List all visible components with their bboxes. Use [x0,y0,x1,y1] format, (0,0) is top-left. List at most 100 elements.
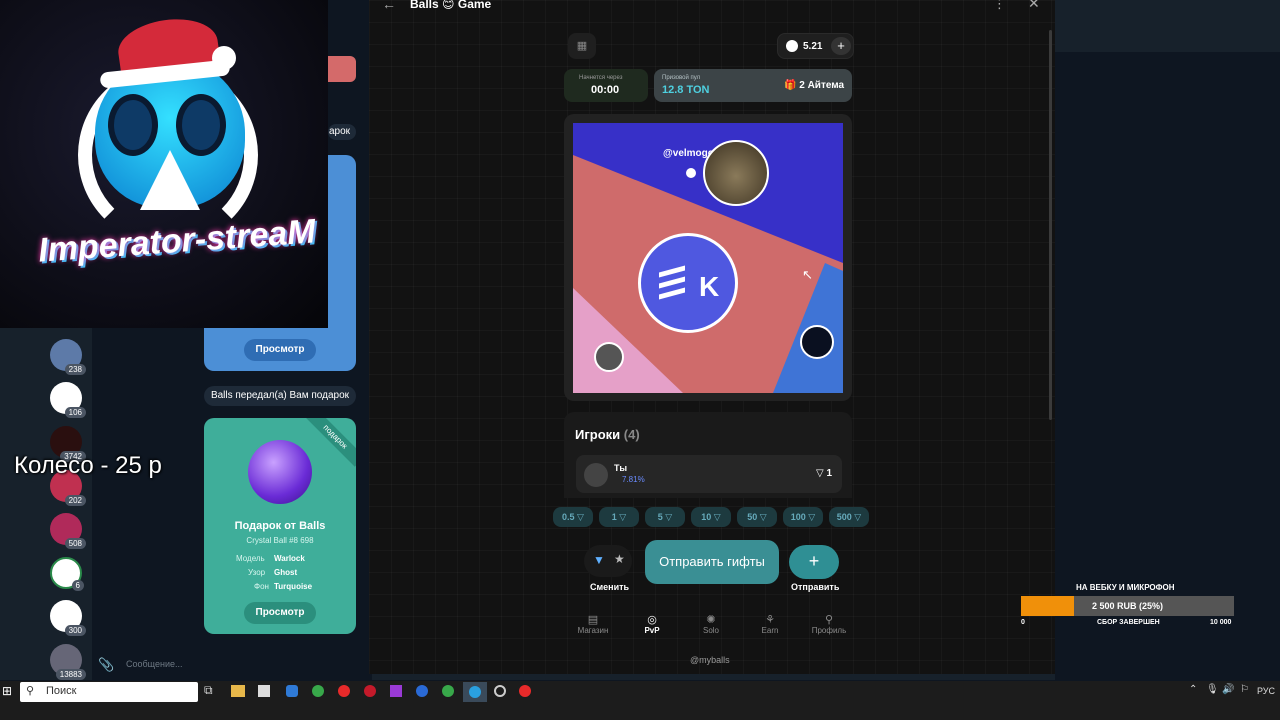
player-avatar [800,325,834,359]
yandex-icon[interactable] [519,685,531,697]
star-icon: ★ [614,552,625,566]
logo-stripes-icon [659,265,685,300]
gift-subtitle: Crystal Ball #8 698 [246,536,314,545]
store-icon[interactable] [258,685,270,697]
scrollbar[interactable] [1049,30,1052,420]
tab-profile[interactable]: ⚲ Профиль [804,613,854,635]
tab-solo[interactable]: ✺ Solo [686,613,736,635]
items-count: 🎁 2 Айтема [784,80,845,91]
chat-avatar[interactable]: 106 [50,382,86,418]
chrome-icon[interactable] [312,685,324,697]
send-label: Отправить [791,582,840,592]
tray-chevron-icon[interactable]: ⌃ [1189,684,1197,695]
back-arrow-icon[interactable]: ← [382,0,396,12]
player-marker-icon [683,165,699,181]
search-placeholder: Поиск [46,685,77,697]
gift-card[interactable]: подарок Подарок от Balls Crystal Ball #8… [204,418,356,634]
telegram-icon[interactable] [463,682,487,702]
change-toggle[interactable]: ▼ ★ [584,545,632,577]
right-topbar [1055,0,1280,52]
explorer-icon[interactable] [231,685,245,697]
mouse-cursor-icon: ↖ [802,267,813,282]
balance-value: 5.21 [803,41,823,52]
logo-text: Imperator-streaM [36,212,317,270]
balance-pill[interactable]: 5.21 + [777,33,854,59]
language-indicator[interactable]: РУС [1257,686,1275,696]
center-logo: K [638,233,738,333]
search-icon: ⚲ [26,685,35,697]
amount-chip[interactable]: 5 ▽ [645,507,685,527]
add-balance-icon[interactable]: + [831,37,851,55]
start-time: 00:00 [591,84,620,96]
wheel-overlay-text: Колесо - 25 р [14,452,162,479]
chat-avatar[interactable]: 13883 [50,644,86,680]
amount-chip[interactable]: 10 ▽ [691,507,731,527]
close-icon[interactable]: ✕ [1028,0,1040,12]
tab-pvp[interactable]: ◎ PvP [627,613,677,635]
amount-chip[interactable]: 0.5 ▽ [553,507,593,527]
crystal-ball-icon [248,440,312,504]
player-name: Ты [614,463,628,473]
tab-earn[interactable]: ⚘ Earn [745,613,795,635]
stream-logo: Imperator-streaM [0,0,328,328]
send-plus-button[interactable]: + [789,545,839,579]
calendar-icon[interactable]: ▦ [568,33,596,59]
gift-ribbon: подарок [305,418,356,467]
chat-avatar[interactable]: 6 [50,557,84,591]
chat-avatar[interactable]: 300 [50,600,86,636]
logo-eye [176,94,226,156]
ton-icon [786,40,798,52]
pvp-icon: ◎ [647,614,657,626]
mail-icon[interactable] [286,685,298,697]
opera-icon[interactable] [364,685,376,697]
amount-chip[interactable]: 500 ▽ [829,507,869,527]
app-icon[interactable] [390,685,402,697]
network-icon[interactable]: ⚐ [1240,684,1249,695]
app-icon[interactable] [494,685,506,697]
logo-triangle [140,150,200,210]
amount-chip[interactable]: 100 ▽ [783,507,823,527]
profile-icon: ⚲ [824,614,834,626]
app-icon[interactable] [416,685,428,697]
model-value: Warlock [274,554,305,563]
tab-shop[interactable]: ▤ Магазин [568,613,618,635]
more-icon[interactable]: ⋮ [993,0,1006,12]
prize-pool: Призовой пул 12.8 TON 🎁 2 Айтема [654,69,852,102]
amount-chip[interactable]: 50 ▽ [737,507,777,527]
app-title: Balls 😊 Game [410,0,492,11]
volume-icon[interactable]: 🔊 [1222,684,1234,695]
donation-min: 0 [1021,619,1025,626]
yandex-icon[interactable] [338,685,350,697]
gift-title: Подарок от Balls [234,520,326,532]
player-percent: 7.81% [622,475,645,484]
chat-avatar[interactable]: 238 [50,339,86,375]
task-view-icon[interactable]: ⧉ [204,683,213,698]
start-label: Начнется через [579,75,623,81]
background-label: Фон [254,582,269,591]
chat-service-message-partial: арок [328,124,356,140]
solo-icon: ✺ [706,614,716,626]
footer-handle: @myballs [690,655,730,665]
logo-eye [108,94,158,156]
donation-title: НА ВЕБКУ И МИКРОФОН [1076,583,1175,592]
windows-start-icon[interactable]: ⊞ [2,684,12,698]
avatar [584,463,608,487]
taskbar-search[interactable]: ⚲ Поиск [20,682,198,702]
service-message: Balls передал(а) Вам подарок [204,386,356,406]
view-button[interactable]: Просмотр [244,339,316,361]
red-card-edge [328,56,356,82]
amount-chip[interactable]: 1 ▽ [599,507,639,527]
right-panel [1055,0,1280,680]
attach-icon[interactable]: 📎 [98,657,114,673]
view-button[interactable]: Просмотр [244,602,316,624]
player-row[interactable]: Ты 7.81% ▽ 1 [576,455,842,493]
prize-value: 12.8 TON [662,84,710,96]
microphone-icon[interactable]: 🎙 [1206,684,1219,695]
donation-amount: 2 500 RUB (25%) [1091,601,1164,611]
chrome-icon[interactable] [442,685,454,697]
pattern-label: Узор [248,568,266,577]
background-value: Turquoise [274,582,313,591]
message-input[interactable]: Сообщение... [126,659,182,669]
send-gifts-button[interactable]: Отправить гифты [645,540,779,584]
chat-avatar[interactable]: 508 [50,513,86,549]
